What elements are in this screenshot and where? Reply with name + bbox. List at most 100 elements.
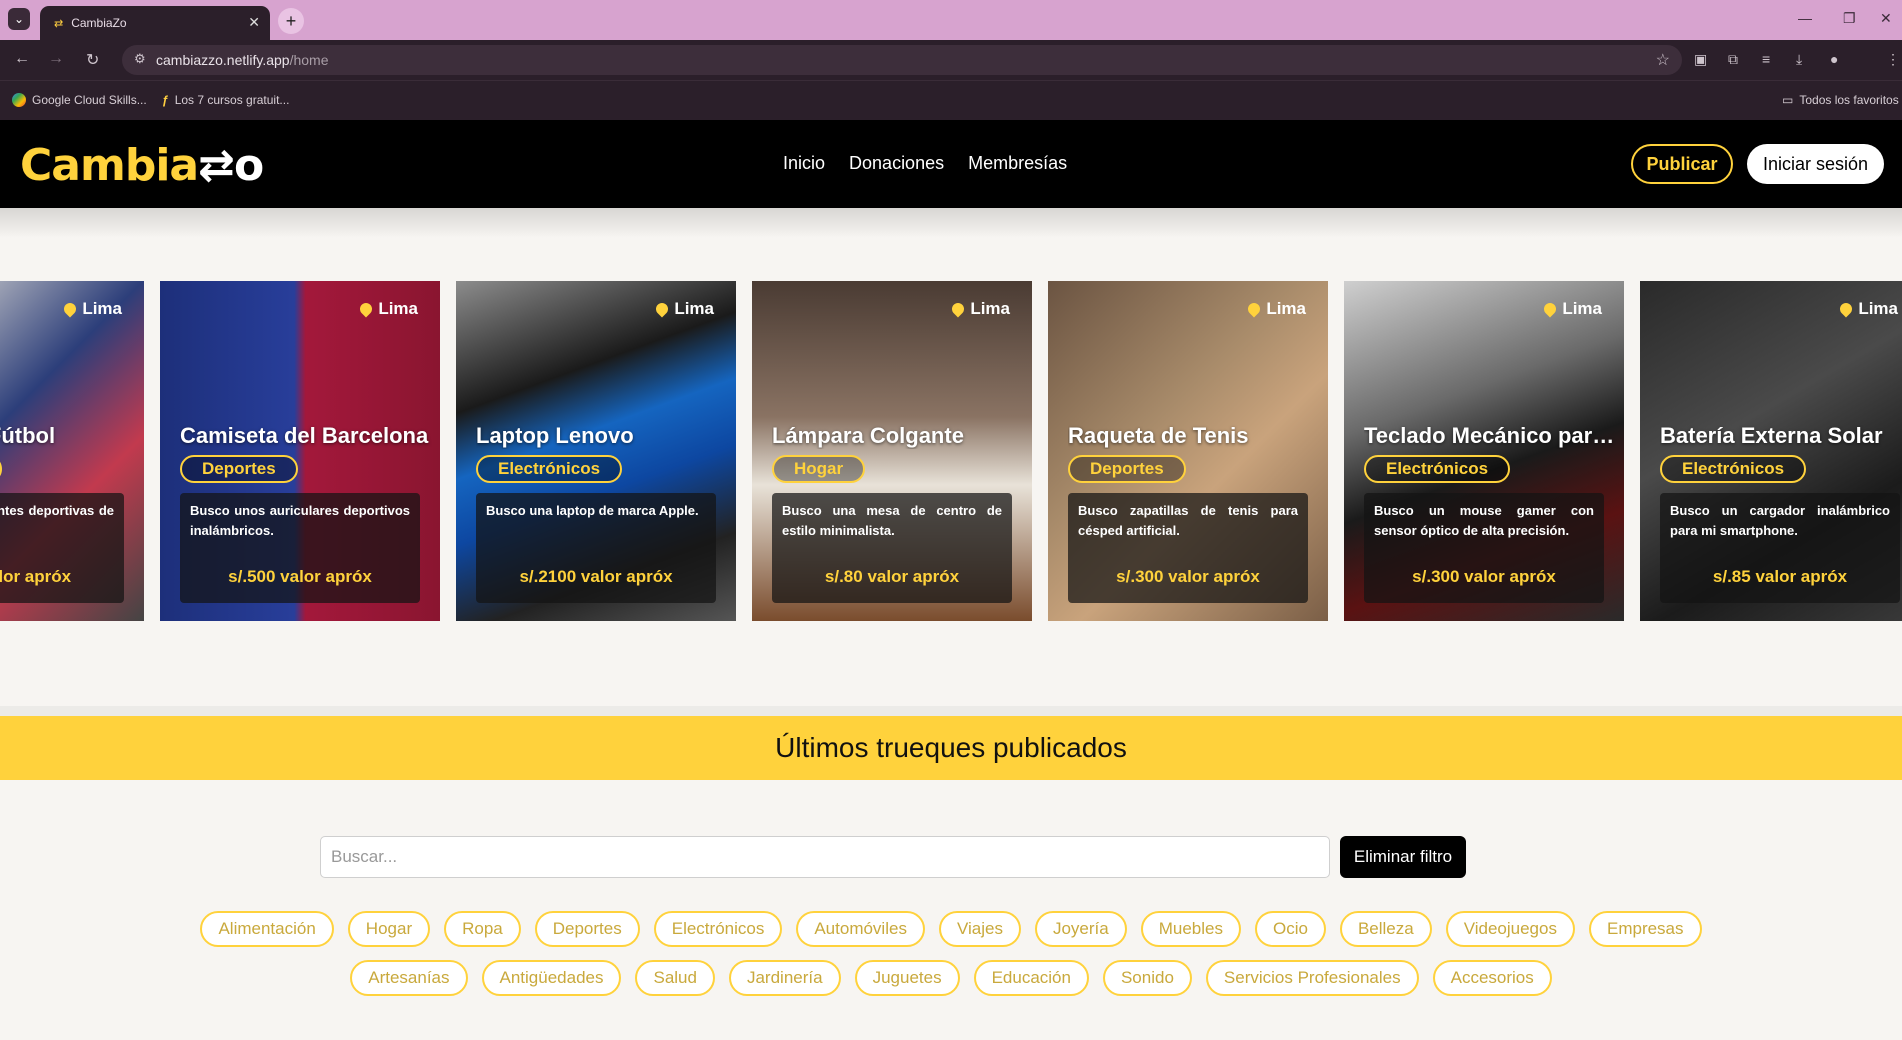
product-price: s/.85 valor apróx: [1712, 567, 1848, 586]
product-card[interactable]: Lima Batería Externa Solar Electrónicos …: [1640, 281, 1902, 621]
section-title: Últimos trueques publicados: [0, 716, 1902, 780]
category-row: Artesanías Antigüedades Salud Jardinería Jug…: [0, 960, 1902, 996]
nav-donaciones[interactable]: Donaciones: [849, 153, 944, 174]
category-chip[interactable]: Hogar: [347, 911, 431, 947]
location-label: Lima: [1541, 299, 1602, 319]
close-window-icon[interactable]: ✕: [1880, 10, 1892, 27]
reload-icon[interactable]: ↻: [86, 50, 99, 70]
close-tab-icon[interactable]: ✕: [248, 14, 260, 31]
minimize-icon[interactable]: —: [1798, 10, 1812, 26]
location-pin-icon: [1245, 300, 1263, 318]
site-favicon-icon: ⇄: [54, 17, 64, 30]
product-price: s/.2100 valor apróx: [519, 567, 673, 586]
location-pin-icon: [1541, 300, 1559, 318]
nav-membresias[interactable]: Membresías: [968, 153, 1067, 174]
product-info-box: Busco unos guantes deportivas de arquero…: [0, 493, 124, 603]
category-chip[interactable]: Alimentación: [200, 911, 334, 947]
profile-avatar-icon[interactable]: ●: [1830, 51, 1838, 67]
location-label: Lima: [1245, 299, 1306, 319]
forward-icon[interactable]: →: [48, 50, 64, 68]
url-path: /home: [289, 52, 329, 68]
menu-kebab-icon[interactable]: ⋮: [1886, 51, 1900, 68]
products-carousel[interactable]: Lima Pelota de Fútbol Deportes Busco uno…: [0, 281, 1902, 621]
restore-icon[interactable]: ❐: [1843, 10, 1856, 27]
location-pin-icon: [653, 300, 671, 318]
search-input[interactable]: [320, 836, 1330, 878]
new-tab-button[interactable]: +: [278, 8, 304, 34]
browser-tab-bar: ⌄ ⇄ CambiaZo ✕ + — ❐ ✕: [0, 0, 1902, 40]
download-icon[interactable]: ⤓: [1796, 51, 1802, 68]
bookmark-item[interactable]: Google Cloud Skills...: [12, 93, 147, 107]
category-chip[interactable]: Automóviles: [796, 911, 925, 947]
cambiazo-logo[interactable]: Cambia⇄o: [20, 140, 264, 191]
location-label: Lima: [949, 299, 1010, 319]
location-label: Lima: [1837, 299, 1898, 319]
product-info-box: Busco una laptop de marca Apple. s/.2100…: [476, 493, 716, 603]
media-icon[interactable]: ≡: [1762, 51, 1770, 67]
category-filters: Alimentación Hogar Ropa Deportes Electrónico…: [0, 911, 1902, 1009]
category-chip[interactable]: Deportes: [534, 911, 640, 947]
product-card[interactable]: Lima Teclado Mecánico para gamer Electró…: [1344, 281, 1624, 621]
product-title: Lámpara Colgante: [772, 423, 964, 448]
bookmark-star-icon[interactable]: ☆: [1656, 50, 1670, 70]
all-bookmarks[interactable]: ▭ Todos los favoritos: [1782, 93, 1899, 107]
category-badge: Hogar: [772, 455, 866, 483]
category-chip[interactable]: Electrónicos: [653, 911, 783, 947]
category-chip[interactable]: Servicios Profesionales: [1205, 960, 1419, 996]
category-chip[interactable]: Viajes: [938, 911, 1021, 947]
url-input[interactable]: ⚙ cambiazzo.netlify.app/home ☆: [122, 45, 1682, 75]
site-settings-icon[interactable]: ⚙: [134, 51, 146, 67]
product-card[interactable]: Lima Lámpara Colgante Hogar Busco una me…: [752, 281, 1032, 621]
category-chip[interactable]: Muebles: [1140, 911, 1241, 947]
category-chip[interactable]: Ocio: [1254, 911, 1326, 947]
product-info-box: Busco una mesa de centro de estilo minim…: [772, 493, 1012, 603]
product-title: Batería Externa Solar: [1660, 423, 1883, 448]
google-cloud-icon: [12, 93, 26, 107]
address-bar-row: ← → ↻ ⚙ cambiazzo.netlify.app/home ☆ ▣ ⧉…: [0, 40, 1902, 80]
location-label: Lima: [61, 299, 122, 319]
extension-icon[interactable]: ▣: [1694, 51, 1707, 68]
location-pin-icon: [357, 300, 375, 318]
category-chip[interactable]: Accesorios: [1432, 960, 1552, 996]
category-chip[interactable]: Empresas: [1588, 911, 1702, 947]
product-card[interactable]: Lima Laptop Lenovo Electrónicos Busco un…: [456, 281, 736, 621]
category-chip[interactable]: Jardinería: [728, 960, 841, 996]
product-info-box: Busco zapatillas de tenis para césped ar…: [1068, 493, 1308, 603]
category-chip[interactable]: Videojuegos: [1445, 911, 1575, 947]
location-pin-icon: [61, 300, 79, 318]
nav-inicio[interactable]: Inicio: [783, 153, 825, 174]
category-chip[interactable]: Sonido: [1102, 960, 1192, 996]
product-description: Busco una laptop de marca Apple.: [486, 503, 699, 518]
back-icon[interactable]: ←: [14, 50, 30, 68]
category-chip[interactable]: Salud: [635, 960, 715, 996]
url-host: cambiazzo.netlify.app: [156, 52, 290, 68]
category-badge: Electrónicos: [1364, 455, 1511, 483]
product-description: Busco unos auriculares deportivos inalám…: [190, 503, 410, 538]
product-description: Busco un cargador inalámbrico para mi sm…: [1670, 503, 1890, 538]
category-chip[interactable]: Educación: [973, 960, 1089, 996]
clear-filter-button[interactable]: Eliminar filtro: [1340, 836, 1466, 878]
bookmark-item[interactable]: ƒ Los 7 cursos gratuit...: [162, 93, 289, 107]
category-chip[interactable]: Antigüedades: [481, 960, 622, 996]
category-chip[interactable]: Belleza: [1339, 911, 1432, 947]
category-chip[interactable]: Joyería: [1034, 911, 1127, 947]
category-chip[interactable]: Juguetes: [854, 960, 960, 996]
category-chip[interactable]: Ropa: [444, 911, 521, 947]
category-badge: Deportes: [180, 455, 298, 483]
product-price: s/.300 valor apróx: [1116, 567, 1260, 586]
tab-search-icon[interactable]: ⌄: [8, 8, 30, 30]
login-button[interactable]: Iniciar sesión: [1747, 144, 1884, 184]
product-title: Camiseta del Barcelona: [180, 423, 429, 448]
folder-icon: ▭: [1782, 93, 1794, 107]
tab-title: CambiaZo: [71, 16, 127, 30]
product-description: Busco unos guantes deportivas de arquero…: [0, 503, 114, 518]
category-chip[interactable]: Artesanías: [350, 960, 468, 996]
category-badge: Electrónicos: [1660, 455, 1807, 483]
publish-button[interactable]: Publicar: [1631, 144, 1733, 184]
product-card[interactable]: Lima Pelota de Fútbol Deportes Busco uno…: [0, 281, 144, 621]
product-description: Busco una mesa de centro de estilo minim…: [782, 503, 1002, 538]
browser-tab[interactable]: ⇄ CambiaZo ✕: [40, 6, 270, 40]
product-card[interactable]: Lima Camiseta del Barcelona Deportes Bus…: [160, 281, 440, 621]
puzzle-icon[interactable]: ⧉: [1728, 51, 1738, 68]
product-card[interactable]: Lima Raqueta de Tenis Deportes Busco zap…: [1048, 281, 1328, 621]
